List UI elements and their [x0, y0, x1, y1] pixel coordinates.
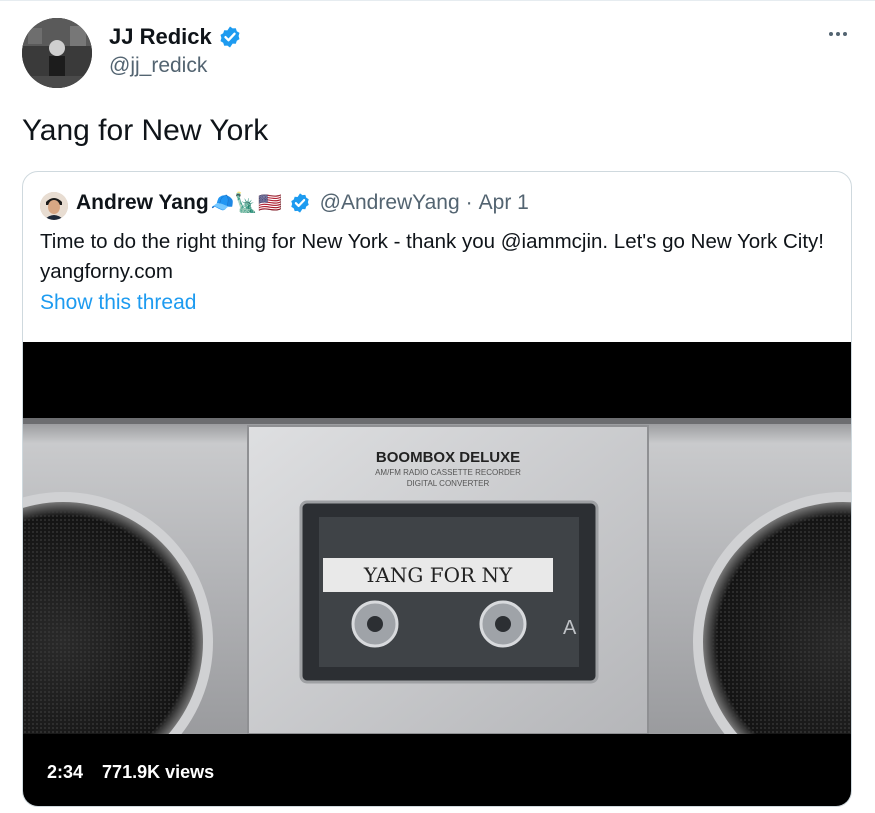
show-thread-link[interactable]: Show this thread — [40, 291, 196, 315]
boombox-brand: BOOMBOX DELUXE — [376, 449, 520, 466]
quoted-tweet-card[interactable]: Andrew Yang 🧢🗽🇺🇸 @AndrewYang · Apr 1 Tim… — [22, 171, 852, 807]
verified-badge-icon — [220, 26, 240, 48]
more-horizontal-icon — [829, 32, 847, 36]
tape-side: A — [563, 617, 577, 639]
quoted-author-avatar[interactable] — [40, 192, 68, 220]
video-thumbnail: BOOMBOX DELUXE AM/FM RADIO CASSETTE RECO… — [23, 418, 851, 734]
author-name[interactable]: JJ Redick — [109, 24, 212, 50]
separator-dot: · — [465, 191, 473, 214]
video-player[interactable]: BOOMBOX DELUXE AM/FM RADIO CASSETTE RECO… — [23, 342, 851, 806]
quoted-author-emoji: 🧢🗽🇺🇸 — [210, 193, 282, 214]
more-options-button[interactable] — [823, 22, 853, 46]
top-divider — [0, 0, 875, 1]
video-duration: 2:34 — [47, 762, 84, 782]
video-meta: 2:34 771.9K views — [47, 762, 228, 783]
author-name-row[interactable]: JJ Redick — [109, 24, 242, 50]
author-avatar[interactable] — [22, 18, 92, 88]
verified-badge-icon — [290, 193, 309, 213]
tape-label: YANG FOR NY — [363, 563, 513, 587]
quoted-author-handle[interactable]: @AndrewYang — [320, 191, 460, 215]
quoted-tweet-text: Time to do the right thing for New York … — [40, 230, 824, 283]
author-handle[interactable]: @jj_redick — [109, 54, 207, 78]
video-views: 771.9K views — [102, 762, 215, 782]
quoted-author-name[interactable]: Andrew Yang — [76, 191, 209, 215]
quoted-tweet-header: Andrew Yang 🧢🗽🇺🇸 @AndrewYang · Apr 1 — [76, 191, 529, 215]
boombox-subtitle-1: AM/FM RADIO CASSETTE RECORDER — [375, 468, 521, 477]
tweet-text: Yang for New York — [22, 114, 269, 147]
quoted-tweet-date[interactable]: Apr 1 — [479, 191, 529, 215]
boombox-subtitle-2: DIGITAL CONVERTER — [407, 479, 490, 488]
